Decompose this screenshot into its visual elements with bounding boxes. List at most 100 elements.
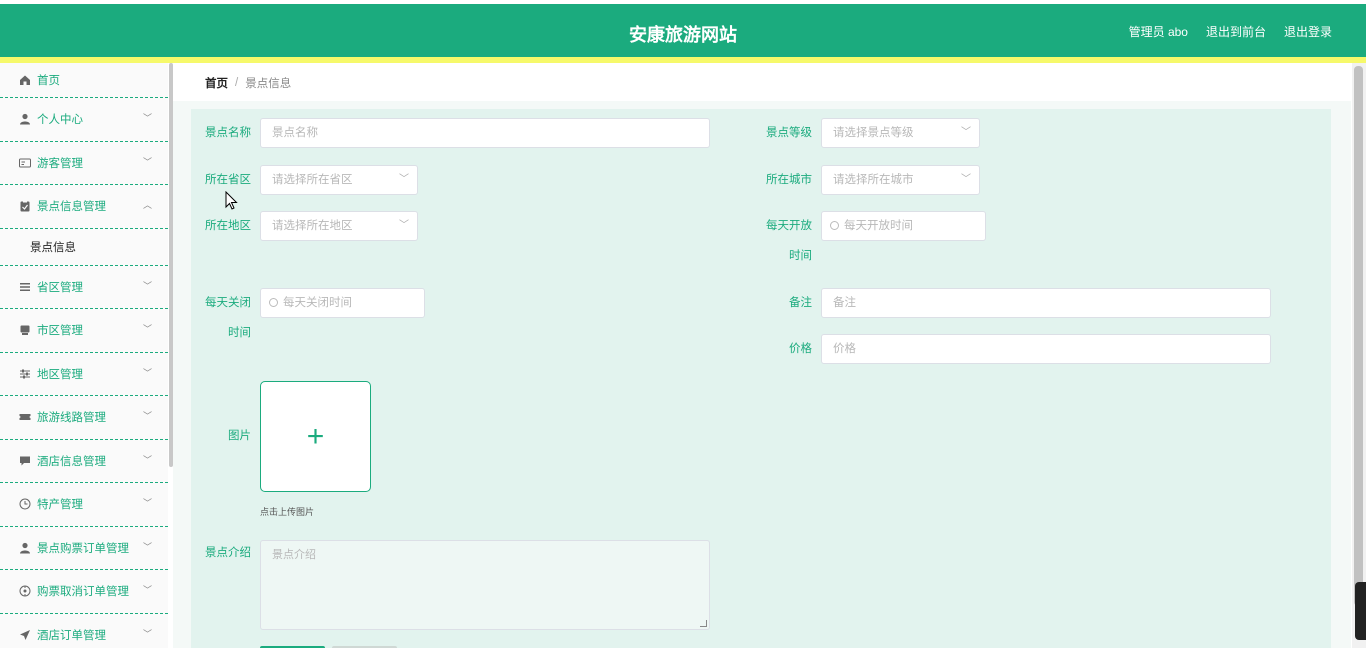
region-select[interactable]: 请选择所在地区 ﹀ [260,211,418,241]
header-accent-bar [0,57,1366,63]
clock-icon [830,221,839,230]
city-label: 所在城市 [766,174,812,186]
resize-handle[interactable] [700,620,707,627]
front-link[interactable]: 退出到前台 [1206,23,1266,40]
breadcrumb-home[interactable]: 首页 [205,75,228,91]
chevron-down-icon: ﹀ [142,454,152,465]
side-widget[interactable] [1355,582,1366,640]
sidebar-item-label: 地区管理 [37,368,83,381]
city-select[interactable]: 请选择所在城市 ﹀ [821,165,980,195]
chevron-down-icon: ﹀ [142,585,152,596]
chevron-down-icon: ﹀ [961,127,971,138]
remark-input[interactable]: 备注 [821,288,1271,318]
level-select[interactable]: 请选择景点等级 ﹀ [821,118,980,148]
sidebar-item-cancel-orders[interactable]: 购票取消订单管理 ﹀ [0,570,168,614]
sidebar-item-hotel-orders[interactable]: 酒店订单管理 ﹀ [0,614,168,648]
sidebar-item-city[interactable]: 市区管理 ﹀ [0,309,168,353]
sidebar-item-ticket-orders[interactable]: 景点购票订单管理 ﹀ [0,527,168,570]
chevron-down-icon: ﹀ [142,541,152,552]
breadcrumb-separator: / [235,76,239,89]
id-card-icon [18,156,31,169]
chevron-down-icon: ﹀ [142,324,152,335]
sidebar-item-label: 省区管理 [37,281,83,294]
chevron-down-icon: ﹀ [142,113,152,124]
chevron-down-icon: ﹀ [142,628,152,639]
sidebar-item-label: 游客管理 [37,157,83,170]
sidebar-item-label: 酒店信息管理 [37,455,106,468]
close-time-picker[interactable]: 每天关闭时间 [260,288,425,318]
sidebar-item-home[interactable]: 首页 [0,63,168,98]
price-input[interactable]: 价格 [821,334,1271,364]
plus-icon: + [306,419,325,453]
chevron-down-icon: ﹀ [142,156,152,167]
province-select[interactable]: 请选择所在省区 ﹀ [260,165,418,195]
user-icon [18,541,31,554]
name-input[interactable]: 景点名称 [260,118,710,148]
intro-textarea[interactable]: 景点介绍 [260,540,710,630]
sidebar-item-profile[interactable]: 个人中心 ﹀ [0,98,168,142]
sidebar-item-province[interactable]: 省区管理 ﹀ [0,266,168,309]
level-label: 景点等级 [766,127,812,139]
sliders-icon [18,367,31,380]
breadcrumb: 首页 / 景点信息 [191,64,1331,101]
compass-icon [18,585,31,598]
clock-icon [269,298,278,307]
chevron-down-icon: ﹀ [961,174,971,185]
chevron-down-icon: ﹀ [142,498,152,509]
sidebar-item-specialties[interactable]: 特产管理 ﹀ [0,483,168,527]
sidebar-item-label: 购票取消订单管理 [37,586,129,599]
intro-placeholder: 景点介绍 [272,549,316,561]
image-label: 图片 [228,430,251,442]
region-select-placeholder: 请选择所在地区 [272,220,353,232]
logout-link[interactable]: 退出登录 [1284,23,1332,40]
open-time-label-2: 时间 [789,250,812,262]
chevron-down-icon: ﹀ [142,367,152,378]
close-time-label-2: 时间 [228,327,251,339]
sidebar-item-region[interactable]: 地区管理 ﹀ [0,353,168,396]
province-select-placeholder: 请选择所在省区 [272,174,353,186]
open-time-picker[interactable]: 每天开放时间 [821,211,986,241]
province-label: 所在省区 [205,174,251,186]
intro-label: 景点介绍 [205,547,251,559]
home-icon [18,74,31,87]
sidebar-item-label: 景点信息管理 [37,201,106,214]
sidebar-item-label: 旅游线路管理 [37,412,106,425]
open-time-placeholder: 每天开放时间 [844,220,913,232]
sidebar-item-label: 个人中心 [37,114,83,127]
sidebar: 首页 个人中心 ﹀ 游客管理 ﹀ 景点信息管理 ︿ 景点信息 省区管理 ﹀ 市区… [0,63,168,648]
sidebar-item-label: 特产管理 [37,499,83,512]
breadcrumb-current: 景点信息 [245,77,292,90]
remark-label: 备注 [789,297,812,309]
chevron-down-icon: ﹀ [399,220,409,231]
sidebar-item-label: 首页 [37,75,60,87]
chevron-down-icon: ﹀ [399,174,409,185]
sidebar-item-hotels[interactable]: 酒店信息管理 ﹀ [0,440,168,483]
page-scrollbar[interactable] [1354,66,1363,606]
image-upload[interactable]: + [260,381,371,492]
open-time-label: 每天开放 [766,220,812,232]
close-time-label: 每天关闭 [205,297,251,309]
list-icon [18,280,31,293]
sidebar-item-label: 景点购票订单管理 [37,542,129,555]
ticket-icon [18,411,31,424]
sidebar-item-routes[interactable]: 旅游线路管理 ﹀ [0,396,168,440]
chevron-down-icon: ﹀ [142,411,152,422]
chevron-up-icon: ︿ [142,200,152,211]
sidebar-subitem-scenic-info[interactable]: 景点信息 [0,229,168,266]
desk-icon [18,324,31,337]
price-label: 价格 [789,343,812,355]
sidebar-item-label: 酒店订单管理 [37,629,106,642]
sidebar-item-label: 市区管理 [37,325,83,338]
mouse-cursor-icon [225,191,238,210]
sidebar-item-scenic-management[interactable]: 景点信息管理 ︿ [0,185,168,229]
chevron-down-icon: ﹀ [142,280,152,291]
user-icon [18,113,31,126]
name-label: 景点名称 [205,127,251,139]
close-time-placeholder: 每天关闭时间 [283,297,352,309]
region-label: 所在地区 [205,220,251,232]
sidebar-item-visitors[interactable]: 游客管理 ﹀ [0,142,168,185]
admin-label: 管理员 abo [1128,25,1188,39]
upload-tip: 点击上传图片 [260,507,315,517]
city-select-placeholder: 请选择所在城市 [833,174,914,186]
top-header: 安康旅游网站 管理员 abo 退出到前台 退出登录 [0,4,1366,57]
